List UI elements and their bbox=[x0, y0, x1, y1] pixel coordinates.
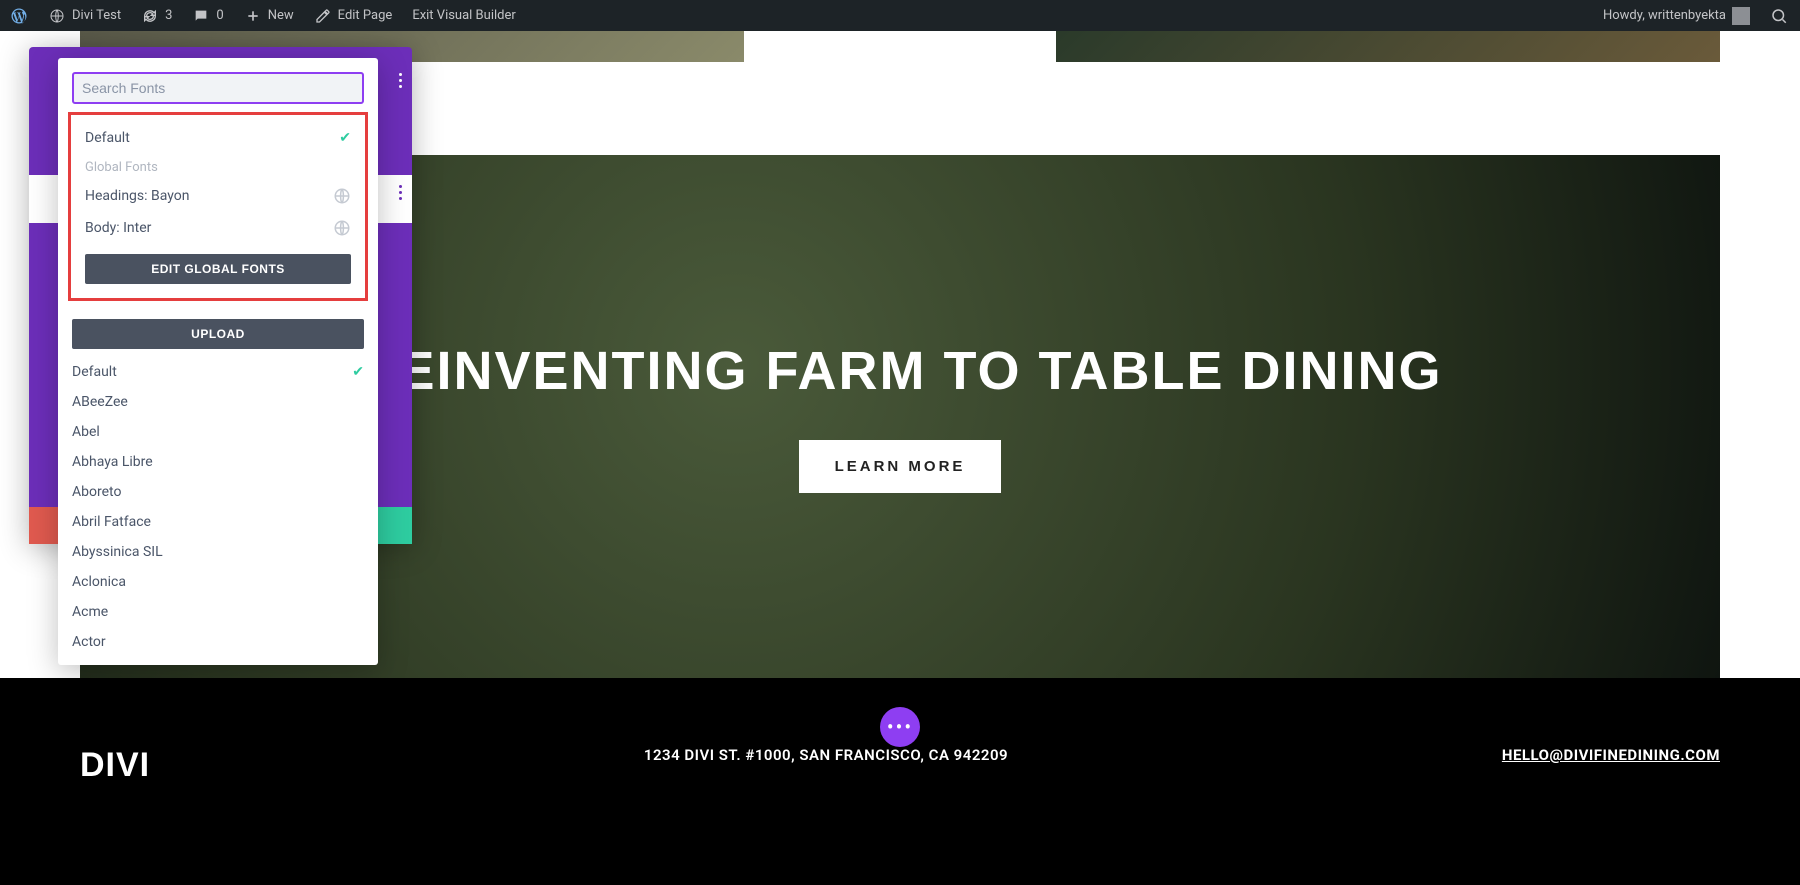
font-list-item[interactable]: Aclonica bbox=[72, 567, 364, 597]
panel-discard-button[interactable] bbox=[29, 507, 59, 544]
font-option-label: Default bbox=[85, 130, 130, 146]
exit-vb-label: Exit Visual Builder bbox=[412, 8, 515, 23]
upload-font-button[interactable]: UPLOAD bbox=[72, 319, 364, 349]
wordpress-icon bbox=[10, 7, 28, 25]
exit-visual-builder[interactable]: Exit Visual Builder bbox=[402, 0, 525, 31]
panel-sub-kebab-icon[interactable] bbox=[399, 185, 402, 200]
font-option-label: Acme bbox=[72, 604, 108, 620]
comments-menu[interactable]: 0 bbox=[182, 0, 233, 31]
font-list-item[interactable]: Abel bbox=[72, 417, 364, 447]
new-content-menu[interactable]: New bbox=[234, 0, 304, 31]
avatar-icon bbox=[1732, 7, 1750, 25]
wp-admin-bar: Divi Test 3 0 New Edit Page bbox=[0, 0, 1800, 31]
global-fonts-group-label: Global Fonts bbox=[75, 153, 361, 180]
admin-bar-right: Howdy, writtenbyekta bbox=[1593, 0, 1800, 31]
font-search-wrap bbox=[58, 58, 378, 112]
global-font-body[interactable]: Body: Inter bbox=[75, 212, 361, 244]
user-menu[interactable]: Howdy, writtenbyekta bbox=[1593, 0, 1760, 31]
globe-icon bbox=[333, 219, 351, 237]
font-list-item-default[interactable]: Default ✔ bbox=[72, 357, 364, 387]
font-option-label: Aclonica bbox=[72, 574, 126, 590]
font-picker-dropdown: Default ✔ Global Fonts Headings: Bayon B… bbox=[58, 58, 378, 665]
edit-page-link[interactable]: Edit Page bbox=[304, 0, 403, 31]
updates-menu[interactable]: 3 bbox=[131, 0, 182, 31]
font-option-label: Abril Fatface bbox=[72, 514, 151, 530]
font-option-label: Actor bbox=[72, 634, 106, 650]
font-option-label: ABeeZee bbox=[72, 394, 128, 410]
font-list-item[interactable]: Actor bbox=[72, 627, 364, 657]
font-list-item[interactable]: ABeeZee bbox=[72, 387, 364, 417]
font-option-label: Aboreto bbox=[72, 484, 121, 500]
home-icon bbox=[48, 7, 66, 25]
font-option-label: Abhaya Libre bbox=[72, 454, 153, 470]
new-label: New bbox=[268, 8, 294, 23]
site-name-menu[interactable]: Divi Test bbox=[38, 0, 131, 31]
edit-global-fonts-button[interactable]: EDIT GLOBAL FONTS bbox=[85, 254, 351, 284]
font-option-label: Abel bbox=[72, 424, 100, 440]
updates-count: 3 bbox=[165, 8, 172, 23]
font-option-label: Default bbox=[72, 364, 117, 380]
footer-email-link[interactable]: HELLO@DIVIFINEDINING.COM bbox=[1502, 746, 1720, 764]
refresh-icon bbox=[141, 7, 159, 25]
admin-bar-left: Divi Test 3 0 New Edit Page bbox=[0, 0, 526, 31]
panel-save-button[interactable] bbox=[378, 507, 412, 544]
comment-icon bbox=[192, 7, 210, 25]
font-option-label: Headings: Bayon bbox=[85, 188, 189, 204]
font-search-input[interactable] bbox=[72, 72, 364, 104]
font-list-item[interactable]: Acme bbox=[72, 597, 364, 627]
global-fonts-highlight-box: Default ✔ Global Fonts Headings: Bayon B… bbox=[68, 112, 368, 301]
panel-kebab-icon[interactable] bbox=[399, 73, 402, 88]
font-list-item[interactable]: Abril Fatface bbox=[72, 507, 364, 537]
comments-count: 0 bbox=[216, 8, 223, 23]
font-option-default[interactable]: Default ✔ bbox=[75, 123, 361, 153]
plus-icon bbox=[244, 7, 262, 25]
learn-more-button[interactable]: LEARN MORE bbox=[799, 440, 1002, 493]
wp-logo-menu[interactable] bbox=[0, 0, 38, 31]
check-icon: ✔ bbox=[352, 364, 364, 380]
site-name: Divi Test bbox=[72, 8, 121, 23]
search-menu[interactable] bbox=[1770, 7, 1788, 25]
font-option-label: Body: Inter bbox=[85, 220, 151, 236]
footer-logo: DIVI bbox=[80, 746, 150, 785]
howdy-text: Howdy, writtenbyekta bbox=[1603, 8, 1726, 23]
builder-fab-button[interactable]: ••• bbox=[880, 707, 920, 747]
image-placeholder-right bbox=[1056, 31, 1720, 62]
font-option-label: Abyssinica SIL bbox=[72, 544, 163, 560]
pencil-icon bbox=[314, 7, 332, 25]
globe-icon bbox=[333, 187, 351, 205]
check-icon: ✔ bbox=[339, 130, 351, 146]
font-list-item[interactable]: Abhaya Libre bbox=[72, 447, 364, 477]
font-list: UPLOAD Default ✔ ABeeZee Abel Abhaya Lib… bbox=[58, 319, 378, 657]
font-list-item[interactable]: Aboreto bbox=[72, 477, 364, 507]
hero-title: REINVENTING FARM TO TABLE DINING bbox=[357, 340, 1442, 402]
global-font-headings[interactable]: Headings: Bayon bbox=[75, 180, 361, 212]
font-list-item[interactable]: Abyssinica SIL bbox=[72, 537, 364, 567]
edit-page-label: Edit Page bbox=[338, 8, 393, 23]
footer-address: 1234 DIVI ST. #1000, SAN FRANCISCO, CA 9… bbox=[644, 746, 1008, 764]
